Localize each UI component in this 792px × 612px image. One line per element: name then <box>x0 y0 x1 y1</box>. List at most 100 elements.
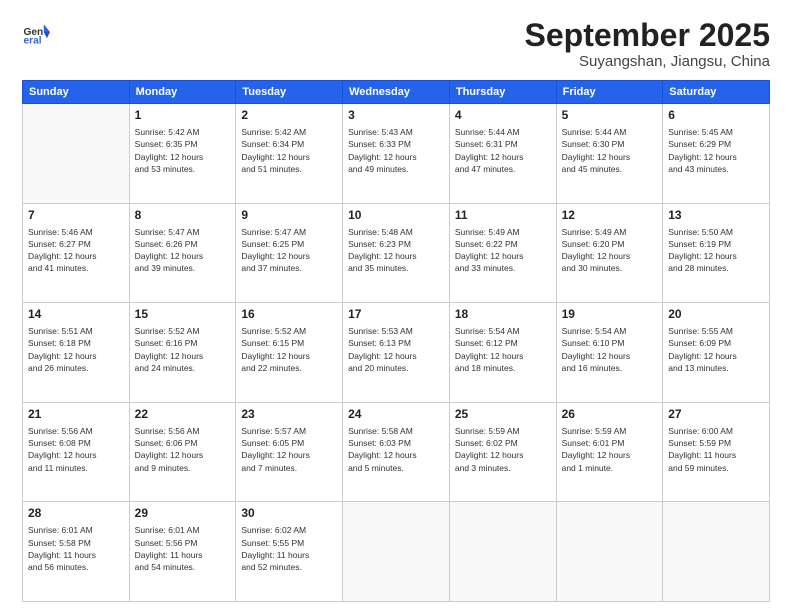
calendar-cell <box>663 502 770 602</box>
day-info: Sunrise: 5:48 AM Sunset: 6:23 PM Dayligh… <box>348 226 444 275</box>
weekday-header-thursday: Thursday <box>449 81 556 104</box>
calendar-cell: 14 Sunrise: 5:51 AM Sunset: 6:18 PM Dayli… <box>23 303 130 403</box>
day-number: 14 <box>28 306 124 323</box>
day-info: Sunrise: 6:01 AM Sunset: 5:56 PM Dayligh… <box>135 524 231 573</box>
day-number: 11 <box>455 207 551 224</box>
calendar-week-row: 28 Sunrise: 6:01 AM Sunset: 5:58 PM Dayli… <box>23 502 770 602</box>
svg-text:eral: eral <box>24 36 42 46</box>
day-info: Sunrise: 5:54 AM Sunset: 6:12 PM Dayligh… <box>455 325 551 374</box>
calendar-cell: 27 Sunrise: 6:00 AM Sunset: 5:59 PM Dayli… <box>663 402 770 502</box>
day-number: 20 <box>668 306 764 323</box>
day-info: Sunrise: 5:51 AM Sunset: 6:18 PM Dayligh… <box>28 325 124 374</box>
calendar-cell: 1 Sunrise: 5:42 AM Sunset: 6:35 PM Daylig… <box>129 104 236 204</box>
day-number: 25 <box>455 406 551 423</box>
calendar-cell: 18 Sunrise: 5:54 AM Sunset: 6:12 PM Dayli… <box>449 303 556 403</box>
day-number: 7 <box>28 207 124 224</box>
calendar-cell: 23Sunrise: 5:57 AM Sunset: 6:05 PM Dayli… <box>236 402 343 502</box>
day-number: 27 <box>668 406 764 423</box>
calendar-week-row: 1 Sunrise: 5:42 AM Sunset: 6:35 PM Daylig… <box>23 104 770 204</box>
day-number: 6 <box>668 107 764 124</box>
day-number: 22 <box>135 406 231 423</box>
day-number: 3 <box>348 107 444 124</box>
logo: Gen eral <box>22 18 50 46</box>
calendar-cell: 8 Sunrise: 5:47 AM Sunset: 6:26 PM Daylig… <box>129 203 236 303</box>
calendar-cell: 6Sunrise: 5:45 AM Sunset: 6:29 PM Daylig… <box>663 104 770 204</box>
day-number: 19 <box>562 306 658 323</box>
weekday-header-tuesday: Tuesday <box>236 81 343 104</box>
day-info: Sunrise: 5:49 AM Sunset: 6:20 PM Dayligh… <box>562 226 658 275</box>
calendar-cell <box>343 502 450 602</box>
day-info: Sunrise: 5:58 AM Sunset: 6:03 PM Dayligh… <box>348 425 444 474</box>
day-info: Sunrise: 5:44 AM Sunset: 6:30 PM Dayligh… <box>562 126 658 175</box>
day-info: Sunrise: 5:46 AM Sunset: 6:27 PM Dayligh… <box>28 226 124 275</box>
day-info: Sunrise: 5:52 AM Sunset: 6:15 PM Dayligh… <box>241 325 337 374</box>
day-info: Sunrise: 5:42 AM Sunset: 6:35 PM Dayligh… <box>135 126 231 175</box>
day-number: 13 <box>668 207 764 224</box>
day-number: 29 <box>135 505 231 522</box>
calendar-cell: 21 Sunrise: 5:56 AM Sunset: 6:08 PM Dayli… <box>23 402 130 502</box>
calendar-header-row: SundayMondayTuesdayWednesdayThursdayFrid… <box>23 81 770 104</box>
title-block: September 2025 Suyangshan, Jiangsu, Chin… <box>525 18 770 70</box>
day-info: Sunrise: 5:43 AM Sunset: 6:33 PM Dayligh… <box>348 126 444 175</box>
calendar-cell <box>449 502 556 602</box>
calendar-cell: 3 Sunrise: 5:43 AM Sunset: 6:33 PM Daylig… <box>343 104 450 204</box>
day-number: 8 <box>135 207 231 224</box>
calendar-cell: 12Sunrise: 5:49 AM Sunset: 6:20 PM Dayli… <box>556 203 663 303</box>
calendar-cell: 22 Sunrise: 5:56 AM Sunset: 6:06 PM Dayli… <box>129 402 236 502</box>
weekday-header-friday: Friday <box>556 81 663 104</box>
day-number: 23 <box>241 406 337 423</box>
day-number: 1 <box>135 107 231 124</box>
day-number: 26 <box>562 406 658 423</box>
day-number: 24 <box>348 406 444 423</box>
day-info: Sunrise: 5:59 AM Sunset: 6:02 PM Dayligh… <box>455 425 551 474</box>
weekday-header-monday: Monday <box>129 81 236 104</box>
calendar-cell <box>23 104 130 204</box>
day-info: Sunrise: 5:56 AM Sunset: 6:06 PM Dayligh… <box>135 425 231 474</box>
day-info: Sunrise: 5:49 AM Sunset: 6:22 PM Dayligh… <box>455 226 551 275</box>
day-info: Sunrise: 6:02 AM Sunset: 5:55 PM Dayligh… <box>241 524 337 573</box>
calendar-cell: 2Sunrise: 5:42 AM Sunset: 6:34 PM Daylig… <box>236 104 343 204</box>
day-info: Sunrise: 5:56 AM Sunset: 6:08 PM Dayligh… <box>28 425 124 474</box>
calendar-week-row: 14 Sunrise: 5:51 AM Sunset: 6:18 PM Dayli… <box>23 303 770 403</box>
calendar-cell: 29 Sunrise: 6:01 AM Sunset: 5:56 PM Dayli… <box>129 502 236 602</box>
header: Gen eral September 2025 Suyangshan, Jian… <box>22 18 770 70</box>
day-number: 18 <box>455 306 551 323</box>
day-info: Sunrise: 5:53 AM Sunset: 6:13 PM Dayligh… <box>348 325 444 374</box>
weekday-header-sunday: Sunday <box>23 81 130 104</box>
day-number: 28 <box>28 505 124 522</box>
day-number: 10 <box>348 207 444 224</box>
day-info: Sunrise: 5:59 AM Sunset: 6:01 PM Dayligh… <box>562 425 658 474</box>
weekday-header-wednesday: Wednesday <box>343 81 450 104</box>
day-number: 21 <box>28 406 124 423</box>
calendar-cell: 30 Sunrise: 6:02 AM Sunset: 5:55 PM Dayli… <box>236 502 343 602</box>
calendar-cell: 16 Sunrise: 5:52 AM Sunset: 6:15 PM Dayli… <box>236 303 343 403</box>
main-title: September 2025 <box>525 18 770 53</box>
day-info: Sunrise: 6:00 AM Sunset: 5:59 PM Dayligh… <box>668 425 764 474</box>
day-number: 17 <box>348 306 444 323</box>
calendar-cell: 11 Sunrise: 5:49 AM Sunset: 6:22 PM Dayli… <box>449 203 556 303</box>
day-number: 16 <box>241 306 337 323</box>
calendar-week-row: 7 Sunrise: 5:46 AM Sunset: 6:27 PM Daylig… <box>23 203 770 303</box>
day-number: 4 <box>455 107 551 124</box>
calendar-cell: 15Sunrise: 5:52 AM Sunset: 6:16 PM Dayli… <box>129 303 236 403</box>
calendar-cell <box>556 502 663 602</box>
calendar-cell: 25 Sunrise: 5:59 AM Sunset: 6:02 PM Dayli… <box>449 402 556 502</box>
logo-icon: Gen eral <box>22 18 50 46</box>
day-info: Sunrise: 6:01 AM Sunset: 5:58 PM Dayligh… <box>28 524 124 573</box>
page: Gen eral September 2025 Suyangshan, Jian… <box>0 0 792 612</box>
calendar-table: SundayMondayTuesdayWednesdayThursdayFrid… <box>22 80 770 602</box>
calendar-cell: 10 Sunrise: 5:48 AM Sunset: 6:23 PM Dayli… <box>343 203 450 303</box>
day-info: Sunrise: 5:47 AM Sunset: 6:26 PM Dayligh… <box>135 226 231 275</box>
calendar-cell: 26 Sunrise: 5:59 AM Sunset: 6:01 PM Dayli… <box>556 402 663 502</box>
calendar-cell: 4Sunrise: 5:44 AM Sunset: 6:31 PM Daylig… <box>449 104 556 204</box>
day-number: 30 <box>241 505 337 522</box>
day-number: 15 <box>135 306 231 323</box>
day-number: 9 <box>241 207 337 224</box>
day-number: 5 <box>562 107 658 124</box>
day-info: Sunrise: 5:55 AM Sunset: 6:09 PM Dayligh… <box>668 325 764 374</box>
calendar-cell: 5 Sunrise: 5:44 AM Sunset: 6:30 PM Daylig… <box>556 104 663 204</box>
calendar-cell: 19Sunrise: 5:54 AM Sunset: 6:10 PM Dayli… <box>556 303 663 403</box>
subtitle: Suyangshan, Jiangsu, China <box>525 53 770 70</box>
day-info: Sunrise: 5:50 AM Sunset: 6:19 PM Dayligh… <box>668 226 764 275</box>
day-info: Sunrise: 5:42 AM Sunset: 6:34 PM Dayligh… <box>241 126 337 175</box>
